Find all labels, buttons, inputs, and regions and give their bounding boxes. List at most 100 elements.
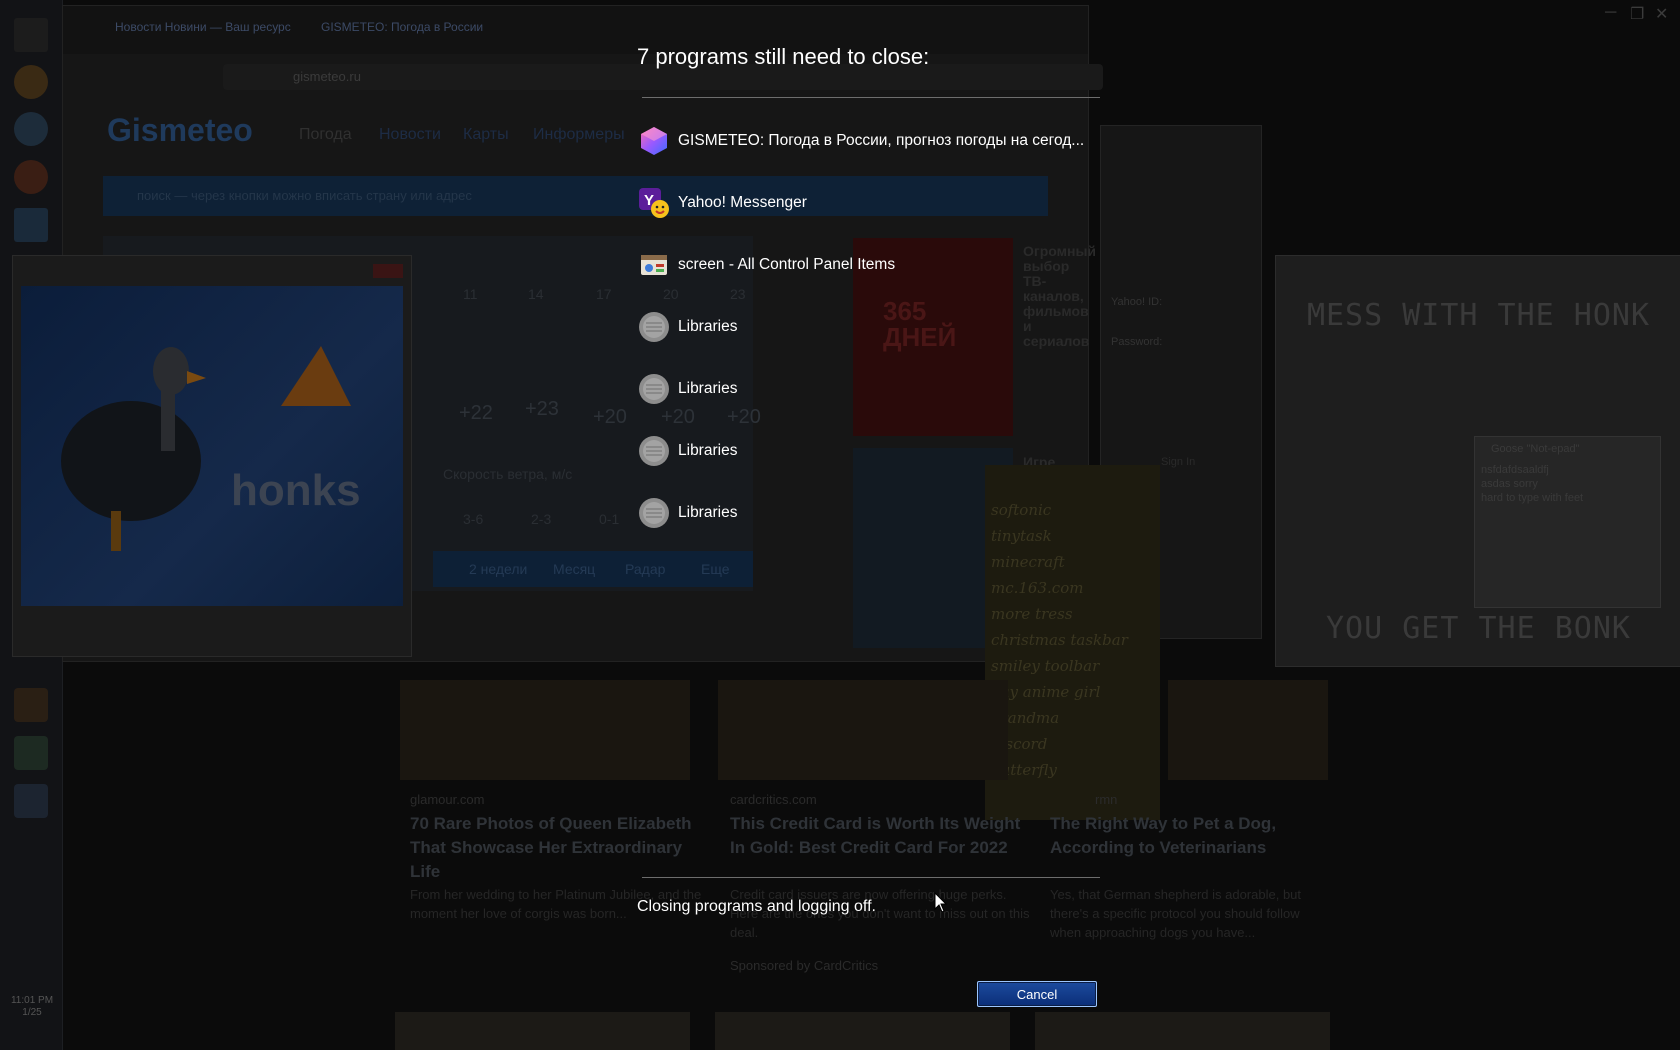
chrome-icon <box>14 65 48 99</box>
program-item: GISMETEO: Погода в России, прогноз погод… <box>638 121 1084 161</box>
program-label: Yahoo! Messenger <box>678 194 807 211</box>
control-panel-icon <box>638 249 670 281</box>
gis-nav-maps: Карты <box>463 126 509 143</box>
honk-top-text: MESS WITH THE HONK <box>1306 298 1651 333</box>
hour-14: 14 <box>528 286 544 302</box>
gis-nav-news: Новости <box>379 126 441 143</box>
goose-notepad: Goose "Not-epad" nsfdafdsaaldfj asdas so… <box>1474 436 1661 608</box>
goose-meme-window: honks <box>12 255 412 657</box>
program-label: Libraries <box>678 380 738 397</box>
notepad-icon <box>14 736 48 770</box>
browser-tabbar: Новости Новини — Ваш ресурс GISMETEO: По… <box>63 6 1088 54</box>
sticky-line: minecraft <box>991 553 1065 571</box>
gis-nav-weather: Погода <box>299 126 352 143</box>
gis-nav-informers: Информеры <box>533 126 625 143</box>
hour-17: 17 <box>596 286 612 302</box>
top-separator <box>642 97 1100 98</box>
news-title-2: This Credit Card is Worth Its Weight In … <box>730 814 1021 857</box>
gismeteo-logo: Gismeteo <box>107 112 253 148</box>
program-item: Y Yahoo! Messenger <box>638 183 807 223</box>
wind-2: 2-3 <box>531 511 552 527</box>
monitor-icon <box>14 784 48 818</box>
ad-365-badge: 365 ДНЕЙ <box>883 296 957 352</box>
program-label: GISMETEO: Погода в России, прогноз погод… <box>678 132 1085 149</box>
wind-label: Скорость ветра, м/с <box>443 466 573 482</box>
news-sponsor-2: Sponsored by CardCritics <box>730 958 879 973</box>
sticky-line: more tress <box>991 605 1073 623</box>
sticky-line: tinytask <box>991 527 1052 545</box>
bottom-separator <box>642 877 1100 878</box>
goose-drawing <box>61 346 351 551</box>
goose-notepad-title: Goose "Not-epad" <box>1491 443 1580 455</box>
news-title-3: The Right Way to Pet a Dog, According to… <box>1050 814 1277 857</box>
libraries-icon <box>638 311 670 343</box>
temp-4: +20 <box>661 406 695 428</box>
news-source-2: cardcritics.com <box>730 792 817 807</box>
ad-365-title: Огромный выбор ТВ-каналов, фильмов и сер… <box>1023 243 1097 349</box>
wind-1: 3-6 <box>463 511 484 527</box>
yahoo-password-label: Password: <box>1111 336 1163 348</box>
gis-search: поиск — через кнопки можно вписать стран… <box>103 176 1048 216</box>
honk-bottom-text: YOU GET THE BONK <box>1326 611 1631 646</box>
firefox-nightly-icon <box>638 125 670 157</box>
temp-1: +22 <box>459 402 493 424</box>
forecast-tab-month: Месяц <box>553 561 596 577</box>
news-image-3 <box>1168 680 1328 780</box>
edge-icon <box>14 112 48 146</box>
program-label: Libraries <box>678 318 738 335</box>
app-icon <box>14 208 48 242</box>
news-image-5 <box>715 1012 1010 1050</box>
program-item: Libraries <box>638 431 737 471</box>
sticky-line: smiley toolbar <box>991 657 1100 675</box>
program-item: Libraries <box>638 369 737 409</box>
hour-20: 20 <box>663 286 679 302</box>
yahoo-messenger-icon: Y <box>638 187 670 219</box>
yahoo-signin: Sign In <box>1161 456 1196 468</box>
news-image-6 <box>1035 1012 1330 1050</box>
program-label: Libraries <box>678 442 738 459</box>
paint-icon <box>14 688 48 722</box>
news-source-3: rmn <box>1095 792 1118 807</box>
sticky-line: gay anime girl <box>991 683 1101 701</box>
news-image-4 <box>395 1012 690 1050</box>
cancel-button[interactable]: Cancel <box>977 981 1097 1007</box>
sticky-line: grandma <box>991 709 1060 727</box>
news-body-3: Yes, that German shepherd is adorable, b… <box>1050 887 1302 940</box>
forecast-tab-2weeks: 2 недели <box>469 561 528 577</box>
close-icon: ✕ <box>1655 6 1669 23</box>
hour-11: 11 <box>463 286 478 302</box>
program-label: Libraries <box>678 504 738 521</box>
forecast-tabs: 2 недели Месяц Радар Еще <box>433 551 753 587</box>
hour-23: 23 <box>730 286 746 302</box>
sticky-line: butterfly <box>991 761 1057 779</box>
firefox-icon <box>14 160 48 194</box>
goose-meme-image: honks <box>21 286 403 606</box>
close-icon <box>373 264 403 278</box>
sticky-line: discord <box>991 735 1048 753</box>
status-text: Closing programs and logging off. <box>637 898 876 915</box>
sticky-list: softonic tinytask minecraft mc.163.com m… <box>985 465 1160 779</box>
temp-5: +20 <box>727 406 761 428</box>
program-item: screen - All Control Panel Items <box>638 245 895 285</box>
browser-tab-1: Новости Новини — Ваш ресурс <box>115 20 291 34</box>
sticky-note: softonic tinytask minecraft mc.163.com m… <box>985 465 1160 820</box>
start-icon <box>14 18 48 52</box>
temp-3: +20 <box>593 406 627 428</box>
minimize-icon: ─ <box>1605 4 1617 21</box>
libraries-icon <box>638 373 670 405</box>
honk-window: MESS WITH THE HONK YOU GET THE BONK Goos… <box>1275 255 1680 667</box>
forecast-tab-more: Еще <box>701 561 730 577</box>
program-item: Libraries <box>638 307 737 347</box>
program-item: Libraries <box>638 493 737 533</box>
forecast-tab-radar: Радар <box>625 561 666 577</box>
goose-notepad-text: nsfdafdsaaldfj asdas sorry hard to type … <box>1481 464 1584 504</box>
browser-tab-2: GISMETEO: Погода в России <box>321 20 484 34</box>
program-label: screen - All Control Panel Items <box>678 256 896 273</box>
news-image-2 <box>718 680 1008 780</box>
news-source-1: glamour.com <box>410 792 485 807</box>
libraries-icon <box>638 435 670 467</box>
sticky-line: christmas taskbar <box>991 631 1128 649</box>
restore-icon: ❐ <box>1630 6 1645 23</box>
sticky-line: mc.163.com <box>991 579 1084 597</box>
taskbar-clock: 11:01 PM 1/25 <box>10 995 54 1018</box>
